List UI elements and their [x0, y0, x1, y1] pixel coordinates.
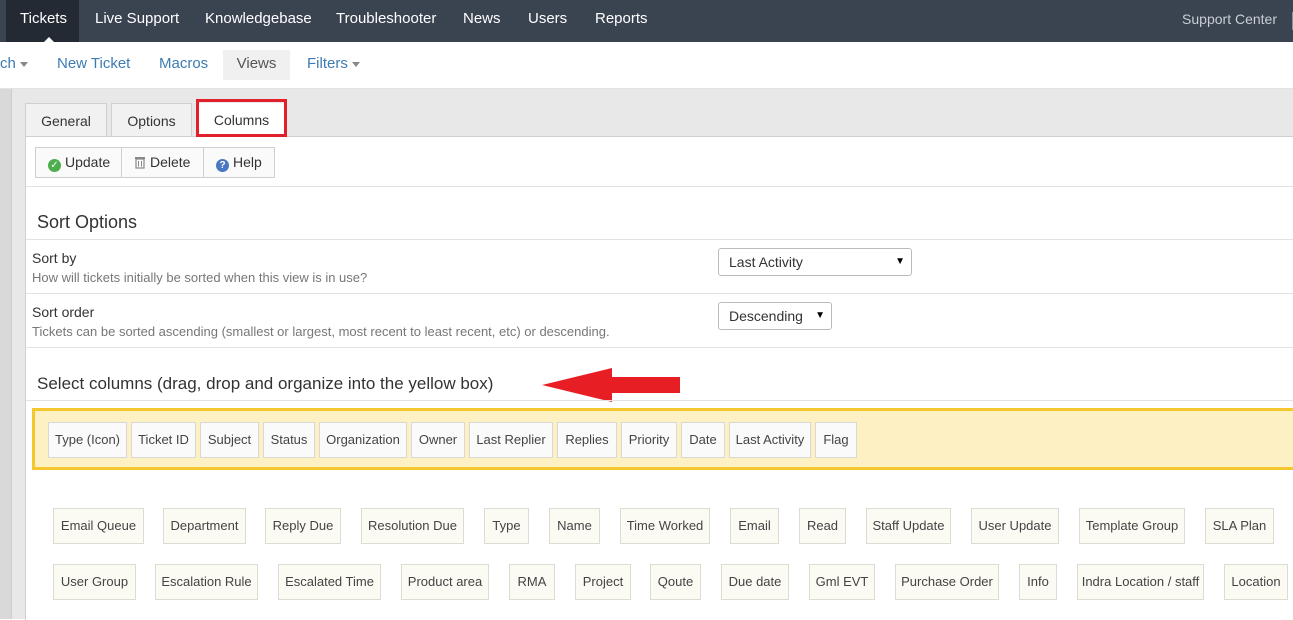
row-divider	[26, 400, 1293, 401]
check-icon: ✓	[48, 159, 61, 172]
row-divider	[26, 347, 1293, 348]
available-column-chip[interactable]: Time Worked	[620, 508, 710, 544]
help-label: Help	[233, 154, 262, 170]
available-column-chip[interactable]: Email	[730, 508, 779, 544]
red-arrow-icon	[542, 368, 680, 402]
subnav-search-label: ch	[0, 55, 16, 72]
available-column-chip[interactable]: Indra Location / staff	[1077, 564, 1204, 600]
sort-by-description: How will tickets initially be sorted whe…	[32, 270, 368, 285]
selected-column-chip[interactable]: Last Activity	[729, 422, 811, 458]
sort-order-description: Tickets can be sorted ascending (smalles…	[32, 324, 610, 339]
available-column-chip[interactable]: Project	[575, 564, 631, 600]
update-label: Update	[65, 154, 111, 170]
update-button[interactable]: ✓ Update	[35, 147, 122, 178]
selected-column-chip[interactable]: Last Replier	[469, 422, 553, 458]
tab-options[interactable]: Options	[111, 103, 192, 137]
available-column-chip[interactable]: Qoute	[650, 564, 701, 600]
dropdown-caret-icon	[351, 61, 360, 67]
available-column-chip[interactable]: Escalation Rule	[155, 564, 258, 600]
available-column-chip[interactable]: Location	[1224, 564, 1288, 600]
available-column-chip[interactable]: User Group	[53, 564, 136, 600]
selected-column-chip[interactable]: Organization	[319, 422, 407, 458]
left-sidebar-edge	[0, 89, 12, 619]
available-column-chip[interactable]: Reply Due	[265, 508, 341, 544]
sort-order-label: Sort order	[32, 304, 95, 320]
select-columns-title: Select columns (drag, drop and organize …	[37, 374, 494, 393]
available-column-chip[interactable]: RMA	[509, 564, 555, 600]
trash-icon	[135, 157, 145, 169]
selected-column-chip[interactable]: Replies	[557, 422, 617, 458]
nav-users[interactable]: Users	[528, 0, 567, 42]
support-center-link[interactable]: Support Center	[1182, 0, 1277, 38]
help-icon: ?	[216, 159, 229, 172]
subnav-filters-label: Filters	[307, 55, 348, 72]
selected-column-chip[interactable]: Ticket ID	[131, 422, 196, 458]
selected-column-chip[interactable]: Flag	[815, 422, 857, 458]
sort-by-label: Sort by	[32, 250, 77, 266]
subnav-new-ticket[interactable]: New Ticket	[57, 50, 130, 80]
available-column-chip[interactable]: Name	[549, 508, 600, 544]
available-column-chip[interactable]: Due date	[721, 564, 789, 600]
delete-label: Delete	[150, 154, 191, 170]
selected-column-chip[interactable]: Owner	[411, 422, 465, 458]
available-column-chip[interactable]: Template Group	[1079, 508, 1185, 544]
sort-by-select[interactable]: Last Activity ▼	[718, 248, 912, 276]
selected-column-chip[interactable]: Subject	[200, 422, 259, 458]
available-column-chip[interactable]: User Update	[971, 508, 1059, 544]
nav-tickets-label: Tickets	[20, 10, 67, 27]
nav-knowledgebase[interactable]: Knowledgebase	[205, 0, 312, 42]
nav-tickets[interactable]: Tickets	[6, 0, 79, 42]
sub-nav: ch New Ticket Macros Views Filters	[0, 42, 1293, 89]
sort-order-select[interactable]: Descending ▼	[718, 302, 832, 330]
selected-column-chip[interactable]: Status	[263, 422, 315, 458]
available-column-chip[interactable]: Resolution Due	[361, 508, 464, 544]
toolbar-divider	[26, 186, 1293, 187]
select-arrow-icon: ▼	[815, 310, 825, 321]
sort-options-title: Sort Options	[37, 212, 138, 232]
available-column-chip[interactable]: Gml EVT	[809, 564, 875, 600]
subnav-macros[interactable]: Macros	[159, 50, 208, 80]
available-column-chip[interactable]: Department	[163, 508, 246, 544]
subnav-filters[interactable]: Filters	[307, 50, 360, 80]
available-column-chip[interactable]: Escalated Time	[278, 564, 381, 600]
selected-column-chip[interactable]: Priority	[621, 422, 677, 458]
available-column-chip[interactable]: Purchase Order	[895, 564, 999, 600]
columns-tab-highlight	[196, 99, 287, 137]
available-column-chip[interactable]: Staff Update	[866, 508, 951, 544]
delete-button[interactable]: Delete	[121, 147, 204, 178]
available-column-chip[interactable]: Read	[799, 508, 846, 544]
sort-by-value: Last Activity	[729, 254, 803, 270]
sort-order-value: Descending	[729, 308, 803, 324]
nav-news[interactable]: News	[463, 0, 501, 42]
tab-general[interactable]: General	[25, 103, 107, 137]
dropdown-caret-icon	[19, 61, 28, 67]
available-column-chip[interactable]: Type	[484, 508, 529, 544]
row-divider	[26, 293, 1293, 294]
help-button[interactable]: ? Help	[203, 147, 275, 178]
selected-column-chip[interactable]: Type (Icon)	[48, 422, 127, 458]
available-column-chip[interactable]: Product area	[401, 564, 489, 600]
nav-live-support[interactable]: Live Support	[95, 0, 179, 42]
available-column-chip[interactable]: Info	[1019, 564, 1057, 600]
available-column-chip[interactable]: Email Queue	[53, 508, 144, 544]
select-arrow-icon: ▼	[895, 256, 905, 267]
selected-column-chip[interactable]: Date	[681, 422, 725, 458]
nav-troubleshooter[interactable]: Troubleshooter	[336, 0, 436, 42]
top-nav: Tickets Live Support Knowledgebase Troub…	[0, 0, 1293, 42]
subnav-views[interactable]: Views	[223, 50, 290, 80]
subnav-search[interactable]: ch	[0, 50, 32, 80]
nav-reports[interactable]: Reports	[595, 0, 648, 42]
available-column-chip[interactable]: SLA Plan	[1205, 508, 1274, 544]
section-divider	[26, 239, 1293, 240]
